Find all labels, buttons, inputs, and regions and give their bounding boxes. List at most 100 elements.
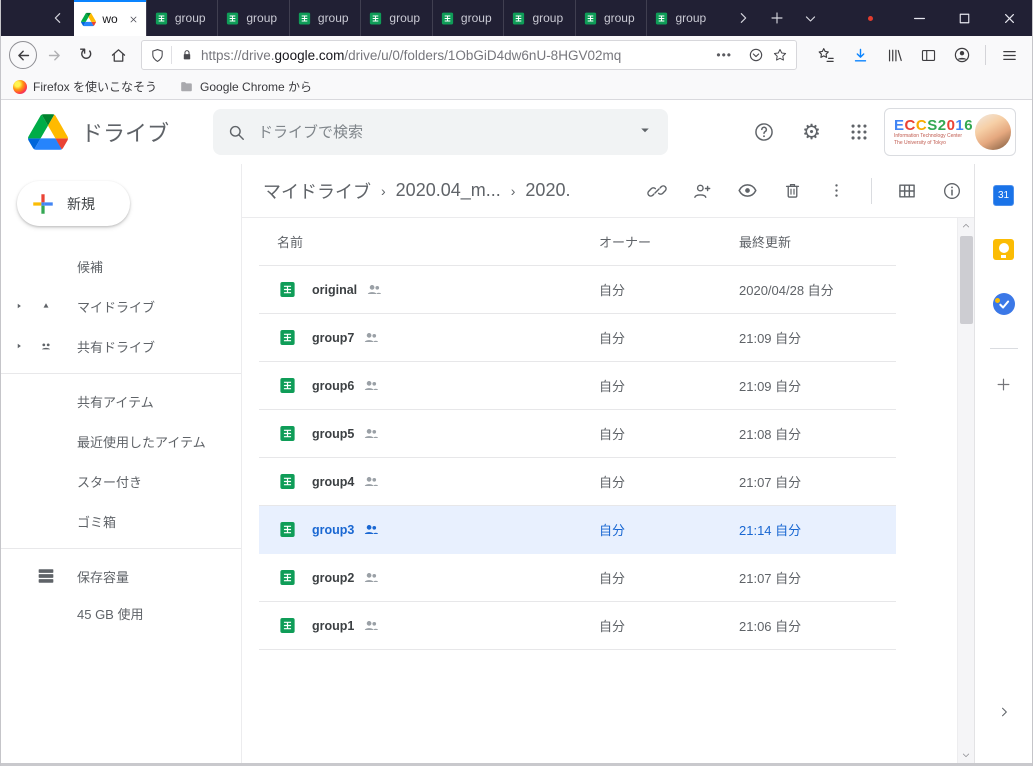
bookmark-folder-chrome[interactable]: Google Chrome から bbox=[179, 78, 312, 95]
file-row-original[interactable]: original 自分 2020/04/28 自分 bbox=[259, 266, 896, 314]
bookmarks-menu-button[interactable] bbox=[811, 40, 841, 70]
sidebar-item-label: 共有ドライブ bbox=[77, 337, 155, 356]
sidebar-toggle-button[interactable] bbox=[913, 40, 943, 70]
expand-arrow-icon[interactable] bbox=[11, 301, 26, 311]
new-tab-button[interactable] bbox=[760, 10, 794, 26]
file-row-group4[interactable]: group4 自分 21:07 自分 bbox=[259, 458, 896, 506]
url-text[interactable]: https://drive.google.com/drive/u/0/folde… bbox=[201, 48, 708, 63]
info-button[interactable] bbox=[942, 181, 962, 201]
sidebar-nav: 候補 マイドライブ 共有ドライブ 共有アイテム bbox=[1, 246, 241, 623]
account-badge[interactable]: ECCS2016 Information Technology Center T… bbox=[884, 108, 1016, 156]
pocket-icon[interactable] bbox=[748, 47, 764, 63]
sidebar-item-trash[interactable]: ゴミ箱 bbox=[1, 501, 241, 541]
page-actions-icon[interactable]: ••• bbox=[716, 48, 732, 62]
tab-drive[interactable]: wo bbox=[74, 0, 146, 36]
file-row-group5[interactable]: group5 自分 21:08 自分 bbox=[259, 410, 896, 458]
scroll-down-arrow[interactable] bbox=[958, 747, 974, 763]
settings-gear-button[interactable]: ⚙ bbox=[802, 122, 821, 143]
preview-eye-button[interactable] bbox=[737, 180, 758, 201]
people-icon bbox=[35, 390, 57, 412]
tab-group-6[interactable]: group bbox=[503, 0, 575, 36]
account-name: ECCS2016 bbox=[894, 118, 975, 134]
bookmark-firefox[interactable]: Firefox を使いこなそう bbox=[13, 78, 157, 95]
keep-lightbulb-icon bbox=[993, 239, 1014, 260]
tab-label: wo bbox=[102, 12, 122, 26]
breadcrumb-current-folder[interactable]: 2020. bbox=[525, 180, 570, 201]
sheets-icon bbox=[297, 11, 312, 26]
column-header-name[interactable]: 名前 bbox=[259, 232, 599, 251]
forward-button[interactable] bbox=[39, 40, 69, 70]
bookmark-star-icon[interactable] bbox=[772, 47, 788, 63]
back-button[interactable] bbox=[9, 41, 37, 69]
sheets-icon bbox=[583, 11, 598, 26]
file-row-group1[interactable]: group1 自分 21:06 自分 bbox=[259, 602, 896, 650]
breadcrumb-middle-folder[interactable]: 2020.04_m... bbox=[396, 180, 501, 201]
search-options-caret-icon[interactable] bbox=[636, 121, 654, 144]
account-org-line2: The University of Tokyo bbox=[894, 140, 975, 147]
shared-people-icon bbox=[363, 425, 380, 442]
more-actions-button[interactable] bbox=[827, 181, 846, 200]
maximize-button[interactable] bbox=[942, 0, 987, 36]
grid-view-button[interactable] bbox=[897, 181, 917, 201]
sidebar-item-shared-with-me[interactable]: 共有アイテム bbox=[1, 381, 241, 421]
delete-button[interactable] bbox=[783, 181, 802, 200]
url-bar[interactable]: https://drive.google.com/drive/u/0/folde… bbox=[141, 40, 797, 70]
get-link-button[interactable] bbox=[647, 181, 667, 201]
menu-button[interactable] bbox=[994, 40, 1024, 70]
tab-list-dropdown-button[interactable] bbox=[794, 11, 828, 26]
sidebar-item-my-drive[interactable]: マイドライブ bbox=[1, 286, 241, 326]
tab-group-1[interactable]: group bbox=[146, 0, 218, 36]
tracking-protection-shield-icon[interactable] bbox=[150, 48, 165, 63]
tab-group-7[interactable]: group bbox=[575, 0, 647, 36]
drive-search-bar[interactable] bbox=[213, 109, 668, 155]
tasks-button[interactable] bbox=[993, 293, 1015, 315]
firefox-account-button[interactable] bbox=[947, 40, 977, 70]
hide-side-panel-button[interactable] bbox=[997, 705, 1011, 719]
scrollbar-thumb[interactable] bbox=[960, 236, 973, 324]
help-button[interactable] bbox=[753, 121, 775, 143]
lock-icon[interactable] bbox=[180, 48, 194, 62]
tab-scroll-left-button[interactable] bbox=[41, 0, 75, 36]
share-button[interactable] bbox=[692, 181, 712, 201]
avatar[interactable] bbox=[975, 114, 1011, 150]
search-input[interactable] bbox=[258, 124, 624, 141]
add-on-button[interactable] bbox=[995, 376, 1012, 393]
sidebar-item-shared-drives[interactable]: 共有ドライブ bbox=[1, 326, 241, 366]
reload-button[interactable]: ↻ bbox=[71, 40, 101, 70]
shared-people-icon bbox=[363, 329, 380, 346]
drive-brand[interactable]: ドライブ bbox=[1, 114, 213, 150]
calendar-button[interactable]: 31 bbox=[993, 185, 1014, 206]
sidebar-item-starred[interactable]: スター付き bbox=[1, 461, 241, 501]
tab-group-4[interactable]: group bbox=[360, 0, 432, 36]
file-row-group6[interactable]: group6 自分 21:09 自分 bbox=[259, 362, 896, 410]
breadcrumb-my-drive[interactable]: マイドライブ bbox=[263, 178, 371, 204]
sidebar-item-priority[interactable]: 候補 bbox=[1, 246, 241, 286]
tab-group-2[interactable]: group bbox=[217, 0, 289, 36]
keep-button[interactable] bbox=[993, 239, 1014, 260]
google-apps-grid-button[interactable] bbox=[848, 121, 870, 143]
sidebar-item-recent[interactable]: 最近使用したアイテム bbox=[1, 421, 241, 461]
new-button[interactable]: 新規 bbox=[17, 181, 130, 226]
tab-scroll-right-button[interactable] bbox=[726, 10, 760, 26]
expand-arrow-icon[interactable] bbox=[11, 341, 26, 351]
home-button[interactable] bbox=[103, 40, 133, 70]
tab-group-8[interactable]: group bbox=[646, 0, 718, 36]
column-header-owner[interactable]: オーナー bbox=[599, 232, 739, 251]
scroll-up-arrow[interactable] bbox=[958, 218, 974, 234]
window-close-button[interactable] bbox=[987, 0, 1032, 36]
tab-label: group bbox=[532, 11, 568, 25]
downloads-button[interactable] bbox=[845, 40, 875, 70]
file-row-group7[interactable]: group7 自分 21:09 自分 bbox=[259, 314, 896, 362]
tab-label: group bbox=[389, 11, 425, 25]
file-row-group2[interactable]: group2 自分 21:07 自分 bbox=[259, 554, 896, 602]
vertical-scrollbar[interactable] bbox=[957, 218, 974, 763]
library-button[interactable] bbox=[879, 40, 909, 70]
minimize-button[interactable] bbox=[897, 0, 942, 36]
tab-group-5[interactable]: group bbox=[432, 0, 504, 36]
sidebar-item-storage[interactable]: 保存容量 bbox=[1, 556, 241, 596]
tab-group-3[interactable]: group bbox=[289, 0, 361, 36]
tab-close-icon[interactable] bbox=[128, 14, 139, 25]
file-row-group3-selected[interactable]: group3 自分 21:14 自分 bbox=[259, 506, 896, 554]
column-header-modified[interactable]: 最終更新 bbox=[739, 232, 896, 251]
search-icon[interactable] bbox=[227, 123, 246, 142]
